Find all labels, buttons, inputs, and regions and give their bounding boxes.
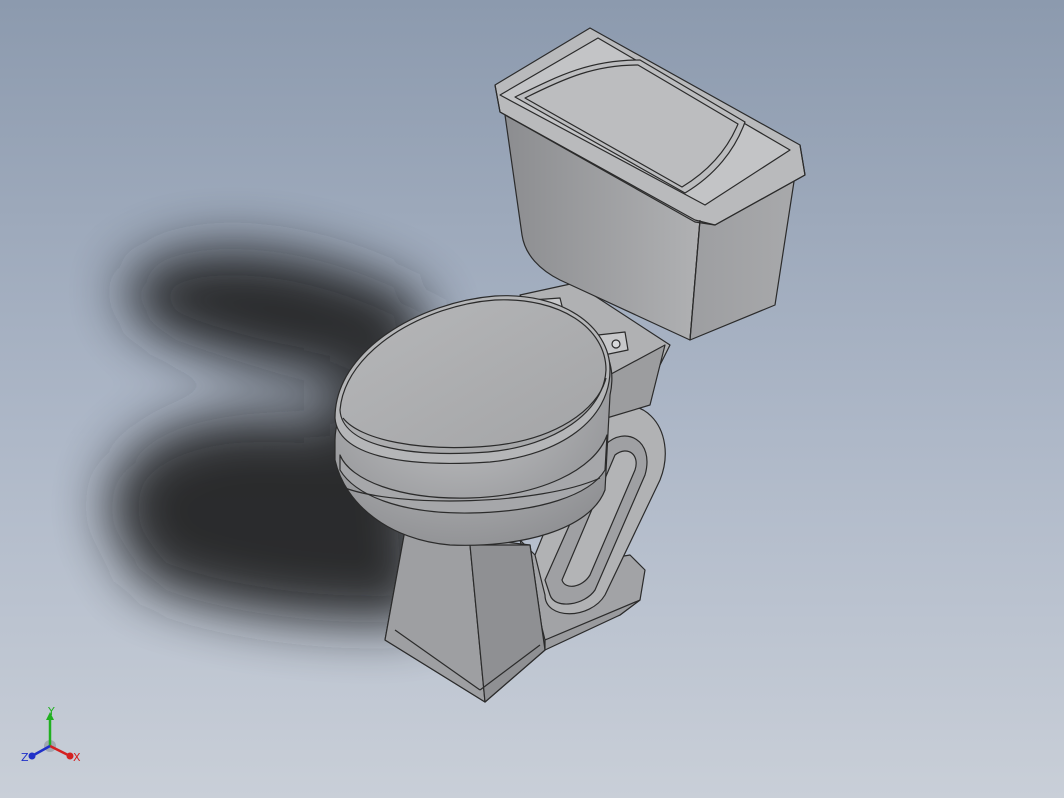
y-axis-label: Y [47, 706, 55, 718]
z-axis-label: Z [21, 751, 29, 764]
3d-viewport[interactable]: Y X Z [0, 0, 1064, 798]
toilet-model-view[interactable] [0, 0, 1064, 798]
x-axis-label: X [73, 751, 81, 764]
orientation-triad[interactable]: Y X Z [20, 706, 84, 770]
toilet-model[interactable] [334, 27, 806, 703]
z-axis-head [28, 752, 36, 760]
